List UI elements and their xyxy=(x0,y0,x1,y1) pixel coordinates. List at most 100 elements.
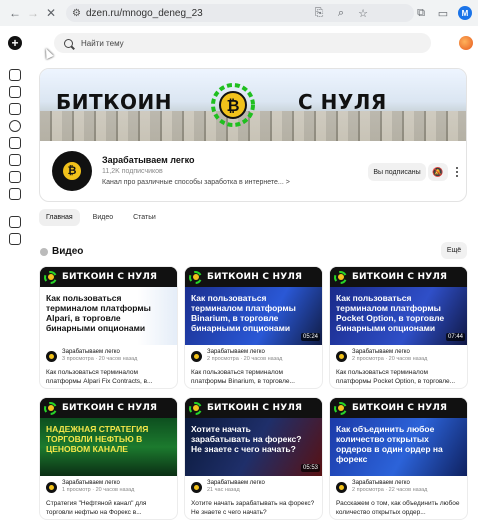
extensions-icon[interactable]: ⧉ xyxy=(414,6,428,20)
video-thumbnail[interactable]: БИТКОИН С НУЛЯ Как пользоваться терминал… xyxy=(185,267,322,345)
thumb-header: БИТКОИН С НУЛЯ xyxy=(352,272,448,282)
channel-header-card: БИТКОИН ₿ С НУЛЯ ₿ Зарабатываем легко 11… xyxy=(39,68,467,202)
video-title[interactable]: Стратегия "Нефтяной канал" для торговли … xyxy=(46,499,174,517)
thumb-header: БИТКОИН С НУЛЯ xyxy=(207,272,303,282)
video-duration: 07:44 xyxy=(445,333,465,341)
video-title[interactable]: Хотите начать зарабатывать на форекс? Не… xyxy=(191,499,319,517)
channel-mini-avatar[interactable] xyxy=(191,350,202,362)
video-title[interactable]: Как пользоваться терминалом платформы Po… xyxy=(336,368,464,386)
zoom-icon[interactable]: ⌕ xyxy=(334,6,348,20)
video-channel[interactable]: Зарабатываем легко xyxy=(352,480,427,487)
thumb-caption: Как объединить любое количество открытых… xyxy=(336,424,443,464)
channel-mini-avatar[interactable] xyxy=(191,481,202,493)
news-icon[interactable] xyxy=(9,154,21,166)
channel-name[interactable]: Зарабатываем легко xyxy=(102,155,195,165)
video-thumbnail[interactable]: БИТКОИН С НУЛЯ НАДЕЖНАЯ СТРАТЕГИЯ ТОРГОВ… xyxy=(40,398,177,476)
video-channel[interactable]: Зарабатываем легко xyxy=(62,480,134,487)
more-button[interactable]: Ещё xyxy=(441,242,467,259)
subscriptions-icon[interactable] xyxy=(9,86,21,98)
channel-description[interactable]: Канал про различные способы заработка в … xyxy=(102,179,290,186)
tab-videos[interactable]: Видео xyxy=(86,209,120,226)
channel-tabs: Главная Видео Статьи xyxy=(39,209,163,226)
banner-title-left: БИТКОИН xyxy=(56,90,172,114)
user-avatar[interactable] xyxy=(459,36,473,50)
site-settings-icon[interactable]: ⚙ xyxy=(72,8,81,19)
gear-coin-icon xyxy=(44,270,57,284)
gear-coin-icon xyxy=(189,401,202,415)
history-icon[interactable] xyxy=(9,171,21,183)
video-card[interactable]: БИТКОИН С НУЛЯ Как пользоваться терминал… xyxy=(329,266,468,389)
channel-mini-avatar[interactable] xyxy=(336,350,347,362)
close-icon[interactable]: ✕ xyxy=(42,4,60,22)
back-icon[interactable]: ← xyxy=(6,4,24,22)
gear-coin-icon xyxy=(189,270,202,284)
section-header: Видео xyxy=(40,246,83,257)
notifications-off-icon[interactable]: 🔕 xyxy=(428,163,448,181)
thumb-caption: Как пользоваться терминалом платформы Po… xyxy=(336,293,445,333)
tab-articles[interactable]: Статьи xyxy=(126,209,163,226)
home-icon[interactable] xyxy=(9,69,21,81)
bitcoin-circuit-icon: ₿ xyxy=(211,83,255,127)
video-stats: 21 час назад xyxy=(207,487,240,493)
channel-mini-avatar[interactable] xyxy=(46,350,57,362)
tab-home[interactable]: Главная xyxy=(39,209,80,226)
subscribed-button[interactable]: Вы подписаны xyxy=(368,163,426,181)
thumb-header: БИТКОИН С НУЛЯ xyxy=(352,403,448,413)
video-card[interactable]: БИТКОИН С НУЛЯ НАДЕЖНАЯ СТРАТЕГИЯ ТОРГОВ… xyxy=(39,397,178,520)
left-rail: + xyxy=(0,26,30,520)
video-section-icon xyxy=(40,247,48,256)
video-thumbnail[interactable]: БИТКОИН С НУЛЯ Как пользоваться терминал… xyxy=(40,267,177,345)
url-text: dzen.ru/mnogo_deneg_23 xyxy=(85,7,203,19)
games-icon[interactable] xyxy=(9,216,21,228)
channel-banner: БИТКОИН ₿ С НУЛЯ xyxy=(40,69,466,141)
video-stats: 2 просмотра · 22 часов назад xyxy=(352,487,428,493)
video-card[interactable]: БИТКОИН С НУЛЯ Хотите начать зарабатыват… xyxy=(184,397,323,520)
subscriber-count: 11,2K подписчиков xyxy=(102,168,163,175)
video-title[interactable]: Расскажем о том, как объединить любое ко… xyxy=(336,499,464,517)
thumb-caption: Как пользоваться терминалом платформы Al… xyxy=(46,293,151,333)
video-title[interactable]: Как пользоваться терминалом платформы Al… xyxy=(46,368,174,386)
video-channel[interactable]: Зарабатываем легко xyxy=(207,349,282,356)
bookmarks-icon[interactable] xyxy=(9,188,21,200)
bookmark-star-icon[interactable]: ☆ xyxy=(356,6,370,20)
video-stats: 1 просмотр · 20 часов назад xyxy=(62,487,135,493)
bitcoin-icon: ₿ xyxy=(63,162,81,180)
mouse-cursor-icon xyxy=(42,46,54,60)
video-channel[interactable]: Зарабатываем легко xyxy=(62,349,137,356)
svg-text:₿: ₿ xyxy=(226,96,239,115)
articles-icon[interactable] xyxy=(9,137,21,149)
video-card[interactable]: БИТКОИН С НУЛЯ Как объединить любое коли… xyxy=(329,397,468,520)
forward-icon[interactable]: → xyxy=(24,4,42,22)
kids-icon[interactable] xyxy=(9,233,21,245)
video-card[interactable]: БИТКОИН С НУЛЯ Как пользоваться терминал… xyxy=(39,266,178,389)
channel-logo[interactable]: ₿ xyxy=(52,151,92,191)
thumb-caption: НАДЕЖНАЯ СТРАТЕГИЯ ТОРГОВЛИ НЕФТЬЮ В ЦЕН… xyxy=(46,424,149,454)
channel-mini-avatar[interactable] xyxy=(336,481,347,493)
video-icon[interactable] xyxy=(9,103,21,115)
translate-icon[interactable]: ⎘ xyxy=(312,6,326,20)
create-icon[interactable]: + xyxy=(8,36,22,50)
search-placeholder: Найти тему xyxy=(81,38,124,48)
video-channel[interactable]: Зарабатываем легко xyxy=(207,480,265,487)
section-title: Видео xyxy=(52,246,84,257)
more-options-icon[interactable] xyxy=(452,165,462,179)
video-channel[interactable]: Зарабатываем легко xyxy=(352,349,427,356)
video-title[interactable]: Как пользоваться терминалом платформы Bi… xyxy=(191,368,319,386)
video-duration: 05:24 xyxy=(300,333,320,341)
banner-title-right: С НУЛЯ xyxy=(298,90,387,114)
shorts-icon[interactable] xyxy=(9,120,21,132)
browser-toolbar: ← → ✕ ⚙ dzen.ru/mnogo_deneg_23 ⎘ ⌕ ☆ ⧉ ▭… xyxy=(0,0,478,26)
video-thumbnail[interactable]: БИТКОИН С НУЛЯ Как объединить любое коли… xyxy=(330,398,467,476)
search-icon xyxy=(64,38,73,48)
thumb-header: БИТКОИН С НУЛЯ xyxy=(62,403,158,413)
channel-mini-avatar[interactable] xyxy=(46,481,57,493)
gear-coin-icon xyxy=(44,401,57,415)
sidepanel-icon[interactable]: ▭ xyxy=(436,6,450,20)
video-stats: 2 просмотра · 20 часов назад xyxy=(352,356,428,362)
profile-avatar[interactable]: M xyxy=(458,6,472,20)
video-thumbnail[interactable]: БИТКОИН С НУЛЯ Как пользоваться терминал… xyxy=(330,267,467,345)
video-thumbnail[interactable]: БИТКОИН С НУЛЯ Хотите начать зарабатыват… xyxy=(185,398,322,476)
video-card[interactable]: БИТКОИН С НУЛЯ Как пользоваться терминал… xyxy=(184,266,323,389)
search-input[interactable]: Найти тему xyxy=(54,33,431,53)
gear-coin-icon xyxy=(334,270,347,284)
